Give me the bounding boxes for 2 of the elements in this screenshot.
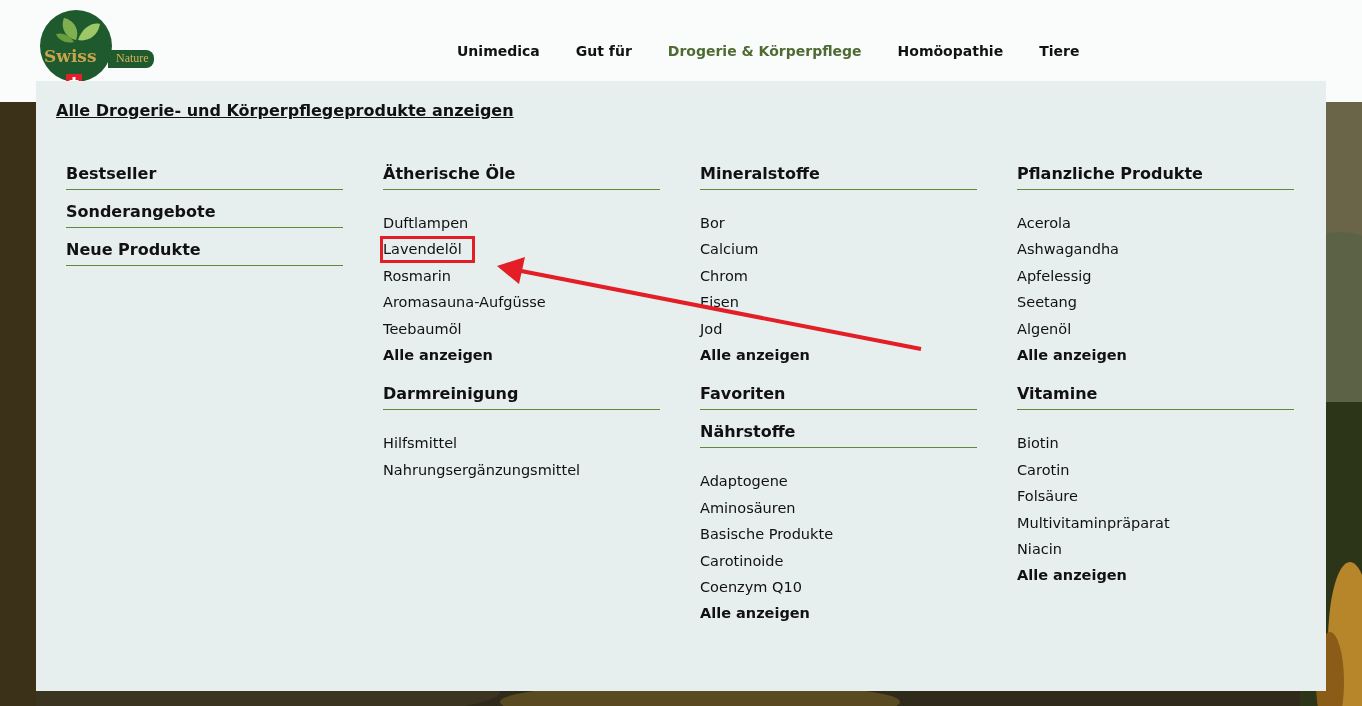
logo-tag: Nature [108, 50, 154, 68]
logo-wordmark: Swiss [44, 46, 97, 66]
